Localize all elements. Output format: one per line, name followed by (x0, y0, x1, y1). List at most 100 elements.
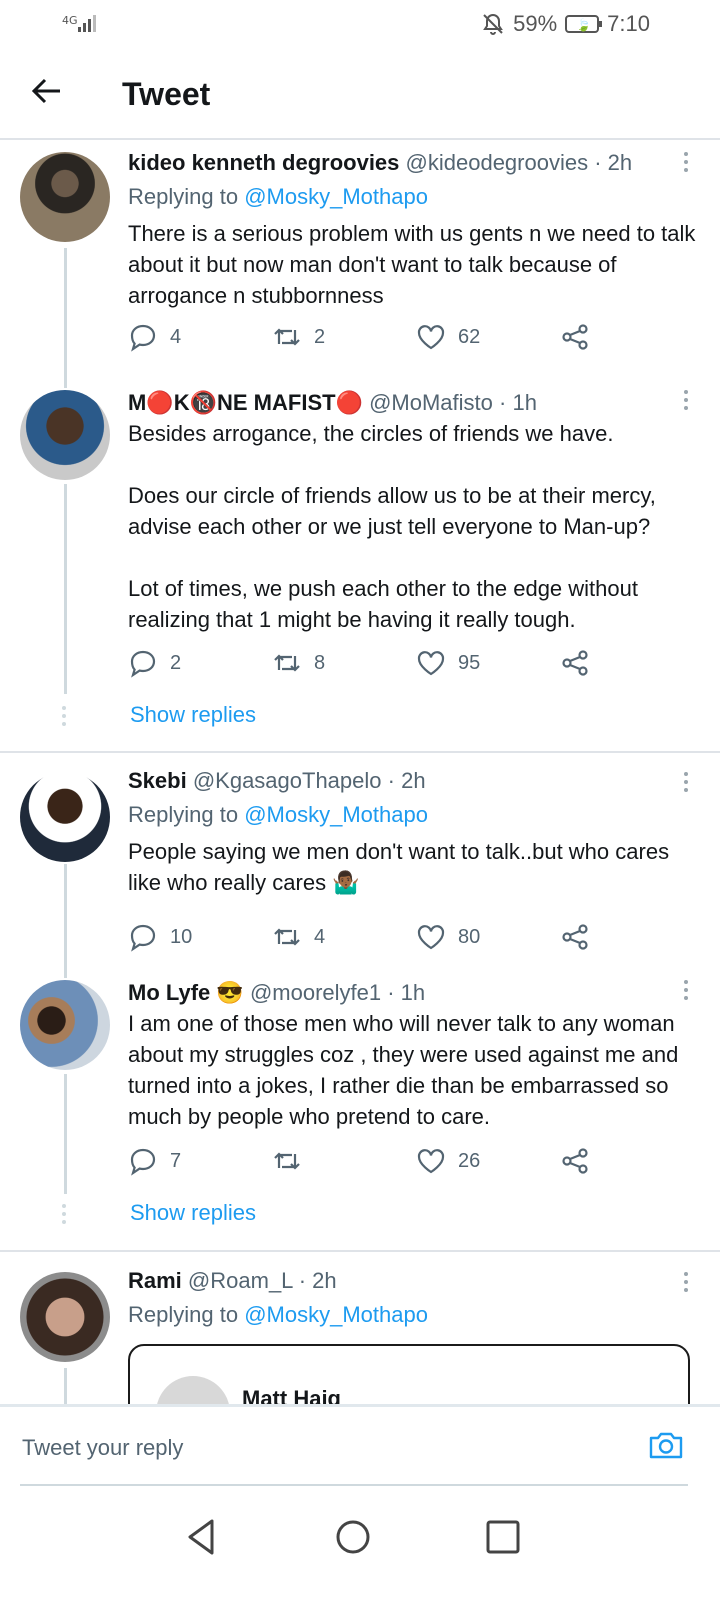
tweet-moorelyfe1[interactable]: Mo Lyfe 😎 @moorelyfe1 · 1h I am one of t… (0, 978, 720, 1250)
avatar[interactable] (20, 1272, 110, 1362)
avatar[interactable] (20, 980, 110, 1070)
reply-button[interactable]: 7 (128, 1146, 272, 1176)
tweet-actions: 4 2 62 (128, 322, 704, 352)
tweet-header: kideo kenneth degroovies @kideodegroovie… (128, 150, 700, 176)
speech-bubble-icon (130, 924, 156, 952)
retweet-icon (274, 1152, 300, 1170)
timestamp: · 2h (387, 768, 426, 793)
show-replies-link[interactable]: Show replies (130, 1200, 256, 1226)
tweet-header: Rami @Roam_L · 2h (128, 1268, 700, 1294)
retweet-button[interactable] (272, 1146, 416, 1176)
tweet-actions: 2 8 95 (128, 648, 704, 678)
share-button[interactable] (560, 648, 704, 678)
share-button[interactable] (560, 922, 704, 952)
retweet-icon (274, 328, 300, 346)
like-button[interactable]: 62 (416, 322, 560, 352)
timestamp: · 1h (499, 390, 537, 415)
retweet-button[interactable]: 2 (272, 322, 416, 352)
arrow-left-icon[interactable] (30, 74, 64, 108)
recents-square-icon[interactable] (482, 1516, 524, 1558)
heart-icon (417, 1149, 445, 1174)
reply-count: 10 (170, 925, 193, 948)
reply-button[interactable]: 2 (128, 648, 272, 678)
display-name[interactable]: Skebi (128, 768, 187, 793)
display-name[interactable]: Rami (128, 1268, 182, 1293)
like-count: 95 (458, 651, 481, 674)
thread-continuation-dots (62, 1204, 66, 1228)
like-button[interactable]: 26 (416, 1146, 560, 1176)
share-icon (562, 924, 588, 950)
reply-count: 2 (170, 651, 182, 674)
retweet-icon (274, 654, 300, 672)
retweet-button[interactable]: 8 (272, 648, 416, 678)
retweet-count: 8 (314, 651, 326, 674)
avatar[interactable] (20, 152, 110, 242)
tweet-kideodegroovies[interactable]: kideo kenneth degroovies @kideodegroovie… (0, 140, 720, 388)
replying-to-handle[interactable]: @Mosky_Mothapo (244, 802, 428, 827)
system-navigation-bar (0, 1490, 720, 1600)
speech-bubble-icon (130, 1148, 156, 1176)
share-button[interactable] (560, 322, 704, 352)
thread-line (64, 248, 67, 388)
clock: 7:10 (607, 11, 650, 36)
avatar[interactable] (20, 772, 110, 862)
display-name[interactable]: M🔴K🔞NE MAFIST🔴 (128, 390, 363, 415)
tweet-kgasagothapelo[interactable]: Skebi @KgasagoThapelo · 2h Replying to @… (0, 766, 720, 978)
bell-muted-icon (483, 13, 503, 35)
username[interactable]: @moorelyfe1 (250, 980, 381, 1005)
timestamp: · 1h (387, 980, 426, 1005)
speech-bubble-icon (130, 324, 156, 352)
share-button[interactable] (560, 1146, 704, 1176)
back-triangle-icon[interactable] (182, 1516, 224, 1558)
reply-count: 7 (170, 1149, 182, 1172)
avatar[interactable] (20, 390, 110, 480)
like-button[interactable]: 95 (416, 648, 560, 678)
show-replies-link[interactable]: Show replies (130, 702, 256, 728)
thread-continuation-dots (62, 706, 66, 730)
username[interactable]: @MoMafisto (369, 390, 493, 415)
share-icon (562, 324, 588, 350)
tweet-momafisto[interactable]: M🔴K🔞NE MAFIST🔴 @MoMafisto · 1h Besides a… (0, 388, 720, 750)
tweet-header: Skebi @KgasagoThapelo · 2h (128, 768, 700, 794)
like-button[interactable]: 80 (416, 922, 560, 952)
like-count: 80 (458, 925, 481, 948)
username[interactable]: @KgasagoThapelo (193, 768, 382, 793)
tweet-actions: 10 4 80 (128, 922, 704, 952)
display-name[interactable]: kideo kenneth degroovies (128, 150, 399, 175)
reply-count: 4 (170, 325, 182, 348)
replying-to-handle[interactable]: @Mosky_Mothapo (244, 184, 428, 209)
replying-to: Replying to @Mosky_Mothapo (128, 802, 700, 828)
divider (0, 1250, 720, 1252)
share-icon (562, 650, 588, 676)
tweet-text: There is a serious problem with us gents… (128, 221, 696, 308)
battery-percent: 59% (513, 11, 558, 36)
display-name[interactable]: Mo Lyfe 😎 (128, 980, 244, 1005)
replying-to: Replying to @Mosky_Mothapo (128, 1302, 700, 1328)
timestamp: · 2h (594, 150, 633, 175)
tweet-text: I am one of those men who will never tal… (128, 1011, 679, 1129)
timestamp: · 2h (298, 1268, 337, 1293)
reply-button[interactable]: 10 (128, 922, 272, 952)
divider (0, 751, 720, 753)
reply-input[interactable] (20, 1427, 614, 1469)
network-type: 4G (62, 14, 78, 27)
camera-icon[interactable] (648, 1427, 684, 1463)
thread-line (64, 864, 67, 978)
status-right: 59% 🍃 7:10 (481, 11, 650, 37)
signal-strength-icon (78, 14, 96, 32)
home-circle-icon[interactable] (332, 1516, 374, 1558)
retweet-count: 4 (314, 925, 326, 948)
heart-icon (417, 925, 445, 950)
username[interactable]: @Roam_L (188, 1268, 293, 1293)
replying-to-handle[interactable]: @Mosky_Mothapo (244, 1302, 428, 1327)
replying-to-label: Replying to (128, 184, 239, 209)
replies-feed[interactable]: kideo kenneth degroovies @kideodegroovie… (0, 140, 720, 1430)
username[interactable]: @kideodegroovies (406, 150, 589, 175)
replying-to: Replying to @Mosky_Mothapo (128, 184, 700, 210)
tweet-actions: 7 26 (128, 1146, 704, 1176)
replying-to-label: Replying to (128, 802, 239, 827)
reply-button[interactable]: 4 (128, 322, 272, 352)
thread-line (64, 484, 67, 694)
reply-composer (0, 1404, 720, 1486)
retweet-button[interactable]: 4 (272, 922, 416, 952)
